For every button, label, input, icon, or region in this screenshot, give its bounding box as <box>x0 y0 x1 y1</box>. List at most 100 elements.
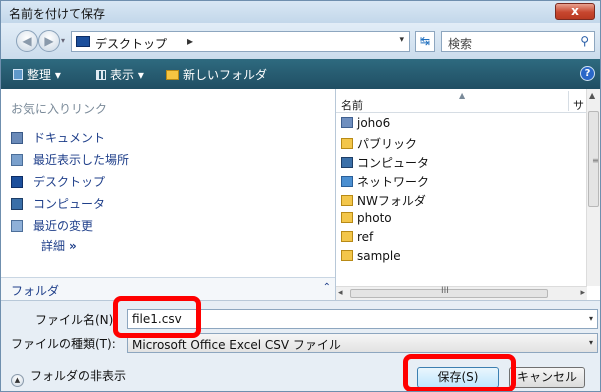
file-list-pane: 名前 ▲ サ joho6 パブリック コンピュータ ネットワーク NWフォルダ … <box>335 89 600 300</box>
list-item[interactable]: パブリック <box>341 135 417 153</box>
favorite-links-header: お気に入りリンク <box>11 102 108 116</box>
scroll-left-icon[interactable]: ◂ <box>338 288 343 298</box>
list-item[interactable]: NWフォルダ <box>341 192 426 210</box>
view-label: 表示 ▾ <box>110 68 144 82</box>
favorite-desktop[interactable]: デスクトップ <box>11 173 105 191</box>
recent-places-icon <box>11 154 23 166</box>
filetype-dropdown-icon[interactable]: ▾ <box>589 338 593 347</box>
cancel-button[interactable]: キャンセル <box>509 367 585 388</box>
organize-icon <box>13 69 23 80</box>
scroll-right-icon[interactable]: ▸ <box>580 288 585 298</box>
list-item[interactable]: sample <box>341 249 401 267</box>
scroll-up-icon[interactable]: ▲ <box>589 91 595 100</box>
title-bar: 名前を付けて保存 x <box>1 1 600 23</box>
column-header-row: 名前 ▲ サ <box>336 89 586 113</box>
address-bar[interactable]: デスクトップ ▸ ▾ <box>71 31 410 52</box>
filetype-value: Microsoft Office Excel CSV ファイル <box>132 338 341 352</box>
view-button[interactable]: 表示 ▾ <box>96 66 144 83</box>
more-link[interactable]: 詳細» <box>41 237 77 254</box>
list-item-label: joho6 <box>357 116 391 130</box>
command-toolbar: 整理 ▾ 表示 ▾ 新しいフォルダ ? <box>1 59 600 89</box>
folder-icon <box>341 138 353 149</box>
organize-button[interactable]: 整理 ▾ <box>13 66 61 83</box>
hide-folders-label: フォルダの非表示 <box>30 369 127 383</box>
scroll-grip-icon: ≡ <box>592 156 599 165</box>
list-item-label: ネットワーク <box>357 175 430 189</box>
back-button[interactable]: ◀ <box>16 30 38 52</box>
new-folder-icon <box>166 70 179 80</box>
search-placeholder: 検索 <box>448 37 473 51</box>
favorite-label: 最近表示した場所 <box>33 153 130 167</box>
user-folder-icon <box>341 117 353 128</box>
address-dropdown-icon[interactable]: ▾ <box>399 35 404 45</box>
search-input[interactable]: 検索 ⚲ <box>441 31 595 52</box>
refresh-button[interactable]: ↹ <box>415 31 435 52</box>
list-item-label: ref <box>357 230 374 244</box>
favorite-recent-changes[interactable]: 最近の変更 <box>11 217 93 235</box>
folder-icon <box>341 195 353 206</box>
help-button[interactable]: ? <box>580 66 595 81</box>
sort-ascending-icon: ▲ <box>459 91 466 100</box>
filetype-label: ファイルの種類(T): <box>11 337 116 351</box>
list-item[interactable]: photo <box>341 211 392 229</box>
computer-icon <box>11 198 23 210</box>
column-header-name[interactable]: 名前 <box>341 97 363 113</box>
favorite-label: コンピュータ <box>33 197 106 211</box>
horizontal-scroll-thumb[interactable]: III <box>350 286 548 298</box>
list-item[interactable]: ref <box>341 230 373 248</box>
list-item-label: コンピュータ <box>357 156 430 170</box>
favorite-label: 最近の変更 <box>33 219 94 233</box>
list-item[interactable]: コンピュータ <box>341 154 429 172</box>
organize-label: 整理 ▾ <box>27 68 61 82</box>
scroll-grip-icon: III <box>441 286 449 296</box>
save-as-dialog: 名前を付けて保存 x ◀ ▶ ▾ デスクトップ ▸ ▾ ↹ 検索 ⚲ 整理 ▾ … <box>0 0 601 392</box>
list-item-label: photo <box>357 211 392 225</box>
breadcrumb-chevron-icon[interactable]: ▸ <box>187 34 193 48</box>
list-item[interactable]: joho6 <box>341 116 390 134</box>
folder-icon <box>341 212 353 223</box>
vertical-scroll-thumb[interactable]: ≡ <box>588 111 599 207</box>
more-label: 詳細 <box>41 239 66 253</box>
dialog-title: 名前を付けて保存 <box>9 7 106 21</box>
filename-dropdown-icon[interactable]: ▾ <box>589 314 593 323</box>
navigation-pane: お気に入りリンク ドキュメント 最近表示した場所 デスクトップ コンピュータ 最… <box>1 89 335 300</box>
list-item-label: パブリック <box>357 137 418 151</box>
search-icon[interactable]: ⚲ <box>580 34 589 48</box>
filename-highlight <box>113 296 201 338</box>
folders-label: フォルダ <box>11 284 60 298</box>
computer-icon <box>341 157 353 168</box>
collapse-icon: ▲ <box>11 374 24 387</box>
favorite-label: ドキュメント <box>33 131 106 145</box>
folder-icon <box>341 250 353 261</box>
hide-folders-toggle[interactable]: ▲ フォルダの非表示 <box>11 367 126 387</box>
close-button[interactable]: x <box>555 3 595 20</box>
favorite-documents[interactable]: ドキュメント <box>11 129 105 147</box>
favorite-label: デスクトップ <box>33 175 106 189</box>
documents-icon <box>11 132 23 144</box>
desktop-icon <box>76 36 90 47</box>
list-item-label: NWフォルダ <box>357 194 426 208</box>
favorite-recent-places[interactable]: 最近表示した場所 <box>11 151 129 169</box>
favorite-computer[interactable]: コンピュータ <box>11 195 105 213</box>
address-location[interactable]: デスクトップ <box>95 35 167 52</box>
new-folder-label: 新しいフォルダ <box>183 68 268 82</box>
list-item[interactable]: ネットワーク <box>341 173 429 191</box>
forward-button[interactable]: ▶ <box>38 30 60 52</box>
chevron-up-icon: ⌃ <box>322 282 331 293</box>
new-folder-button[interactable]: 新しいフォルダ <box>166 66 267 83</box>
recent-pages-icon[interactable]: ▾ <box>61 36 65 45</box>
filename-label: ファイル名(N): <box>35 313 118 327</box>
address-row: ◀ ▶ ▾ デスクトップ ▸ ▾ ↹ 検索 ⚲ <box>1 23 600 59</box>
desktop-icon <box>11 176 23 188</box>
list-item-label: sample <box>357 249 401 263</box>
folder-icon <box>341 231 353 242</box>
column-divider[interactable] <box>568 91 569 111</box>
vertical-scrollbar[interactable]: ▲ ≡ <box>586 89 600 286</box>
recent-changes-icon <box>11 220 23 232</box>
save-button-highlight <box>403 354 516 391</box>
network-icon <box>341 176 353 187</box>
chevron-right-icon: » <box>69 239 77 253</box>
view-icon <box>96 70 106 80</box>
column-header-size[interactable]: サ <box>573 97 584 113</box>
horizontal-scrollbar[interactable]: ◂ III ▸ <box>336 286 587 300</box>
